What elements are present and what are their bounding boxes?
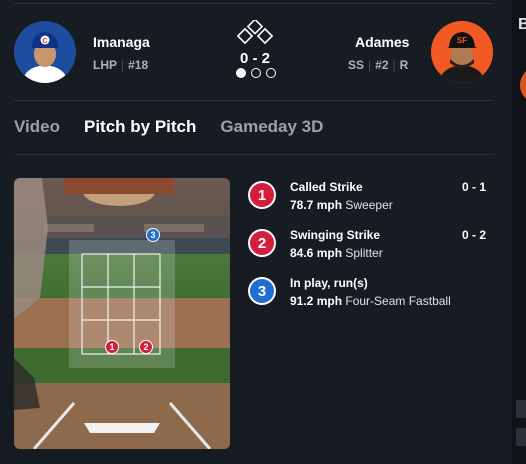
- pitch-speed: 78.7 mph: [290, 198, 343, 212]
- meta-divider: |: [392, 58, 396, 72]
- tab-gameday-3d[interactable]: Gameday 3D: [220, 117, 323, 137]
- outs-indicator: [236, 68, 276, 78]
- batter-meta: SS | #2 | R: [348, 58, 408, 72]
- adjacent-panel-text: B: [518, 16, 526, 33]
- pitch-row[interactable]: 3 In play, run(s) 91.2 mph Four-Seam Fas…: [248, 274, 488, 314]
- batter-number: #2: [375, 58, 389, 72]
- pitch-result: Swinging Strike: [290, 228, 381, 242]
- pitcher-avatar[interactable]: C: [14, 21, 76, 83]
- pitch-count: 0 - 1: [461, 180, 486, 194]
- out-dot: [251, 68, 261, 78]
- batter-avatar[interactable]: SF: [431, 21, 493, 83]
- batter-position: SS: [348, 58, 365, 72]
- ball-strike-count: 0 - 2: [239, 50, 270, 67]
- pitch-detail: 91.2 mph Four-Seam Fastball: [290, 294, 451, 308]
- pitch-result: In play, run(s): [290, 276, 368, 290]
- pitch-detail: 84.6 mph Splitter: [290, 246, 383, 260]
- pitch-marker[interactable]: 2: [139, 340, 153, 354]
- header-divider: [14, 100, 494, 101]
- tab-video[interactable]: Video: [14, 117, 60, 137]
- ballpark-image: [14, 178, 230, 449]
- svg-text:SF: SF: [457, 36, 467, 45]
- pitcher-number: #18: [128, 58, 149, 72]
- out-dot: [236, 68, 246, 78]
- batter-bats: R: [399, 58, 409, 72]
- pitch-count: 0 - 2: [461, 228, 486, 242]
- tabs-divider: [14, 154, 494, 155]
- pitch-type: Splitter: [345, 246, 383, 260]
- pitch-marker[interactable]: 1: [105, 340, 119, 354]
- pitch-row[interactable]: 2 Swinging Strike 84.6 mph Splitter 0 - …: [248, 226, 488, 266]
- svg-text:C: C: [42, 38, 47, 45]
- pitch-row[interactable]: 1 Called Strike 78.7 mph Sweeper 0 - 1: [248, 178, 488, 218]
- pitch-result: Called Strike: [290, 180, 363, 194]
- batter-name[interactable]: Adames: [355, 34, 409, 50]
- pitch-number-badge: 1: [248, 181, 276, 209]
- pitch-detail: 78.7 mph Sweeper: [290, 198, 393, 212]
- adjacent-avatar: [520, 68, 526, 102]
- meta-divider: |: [368, 58, 372, 72]
- pitch-marker[interactable]: 3: [146, 228, 160, 242]
- pitch-speed: 91.2 mph: [290, 294, 343, 308]
- pitcher-headshot-icon: C: [14, 21, 76, 83]
- tab-pitch-by-pitch[interactable]: Pitch by Pitch: [84, 117, 196, 137]
- pitch-type: Four-Seam Fastball: [345, 294, 451, 308]
- top-divider: [14, 3, 494, 4]
- pitch-number-badge: 3: [248, 277, 276, 305]
- batter-headshot-icon: SF: [431, 21, 493, 83]
- pitch-speed: 84.6 mph: [290, 246, 343, 260]
- adjacent-block: [516, 428, 526, 446]
- bases-diamond-icon: [237, 20, 273, 44]
- pitch-type: Sweeper: [345, 198, 393, 212]
- adjacent-block: [516, 400, 526, 418]
- adjacent-panel-edge: B: [512, 0, 526, 464]
- view-tabs: Video Pitch by Pitch Gameday 3D: [14, 117, 347, 137]
- meta-divider: |: [121, 58, 125, 72]
- pitcher-meta: LHP | #18: [93, 58, 148, 72]
- pitch-number-badge: 2: [248, 229, 276, 257]
- pitch-panel: C Imanaga LHP | #18 0 - 2 Adames SS | #2 | R S…: [0, 0, 512, 464]
- pitcher-name[interactable]: Imanaga: [93, 34, 150, 50]
- out-dot: [266, 68, 276, 78]
- strike-zone-view[interactable]: 1 2 3: [14, 178, 230, 449]
- pitcher-position: LHP: [93, 58, 117, 72]
